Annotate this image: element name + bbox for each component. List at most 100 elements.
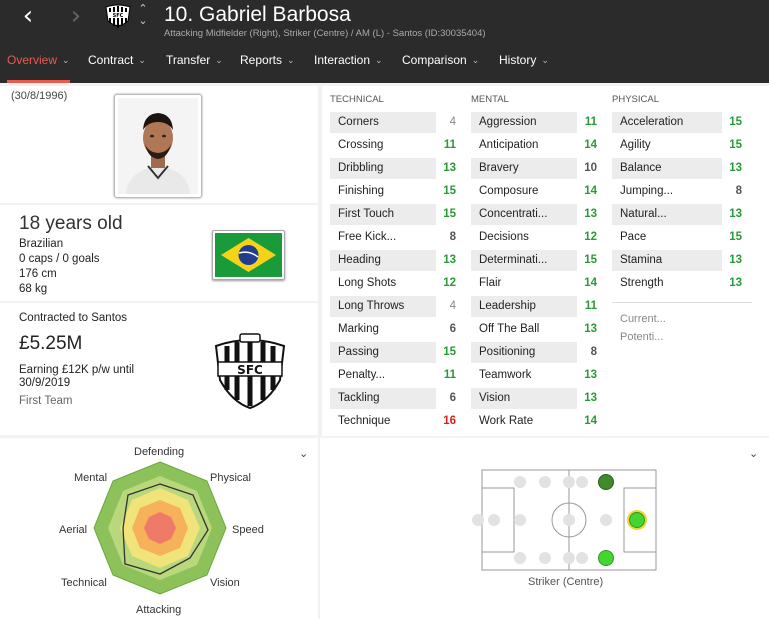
header-bar: ‹ › SFC ⌃ ⌄ 10. Gabriel Barbosa Attacking… — [0, 0, 769, 83]
tab-contract[interactable]: Contract ⌄ — [88, 47, 146, 83]
attribute-name: Positioning — [479, 346, 536, 358]
attribute-radar-chart — [93, 461, 227, 595]
mental-attribute-row[interactable]: Concentrati... 13 — [471, 204, 607, 225]
attribute-name: Flair — [479, 277, 502, 289]
mental-attribute-row[interactable]: Anticipation 14 — [471, 135, 607, 156]
mental-attribute-row[interactable]: Teamwork 13 — [471, 365, 607, 386]
positions-options-chevron-icon[interactable]: ⌄ — [749, 447, 758, 460]
player-wage: Earning £12K p/w until 30/9/2019 — [19, 364, 135, 389]
attribute-value: 13 — [584, 323, 597, 335]
technical-attribute-row[interactable]: First Touch 15 — [330, 204, 466, 225]
mental-attribute-row[interactable]: Leadership 11 — [471, 296, 607, 317]
technical-attribute-row[interactable]: Long Throws 4 — [330, 296, 466, 317]
player-caps: 0 caps / 0 goals — [19, 253, 100, 265]
technical-attribute-row[interactable]: Dribbling 13 — [330, 158, 466, 179]
technical-attribute-row[interactable]: Heading 13 — [330, 250, 466, 271]
technical-attribute-row[interactable]: Passing 15 — [330, 342, 466, 363]
attribute-value: 14 — [584, 139, 597, 151]
physical-attribute-row[interactable]: Balance 13 — [612, 158, 752, 179]
attribute-value: 8 — [590, 346, 597, 358]
attribute-value: 15 — [729, 116, 742, 128]
physical-attribute-row[interactable]: Agility 15 — [612, 135, 752, 156]
nation-flag[interactable] — [212, 230, 285, 280]
attribute-value: 13 — [584, 369, 597, 381]
player-name: 10. Gabriel Barbosa — [164, 3, 351, 26]
attribute-value: 12 — [443, 277, 456, 289]
back-button[interactable]: ‹ — [16, 3, 40, 30]
attribute-name: Aggression — [479, 116, 537, 128]
physical-attribute-row[interactable]: Strength 13 — [612, 273, 752, 294]
attribute-value: 13 — [443, 254, 456, 266]
potential-ability-label: Potenti... — [620, 331, 664, 343]
attribute-value: 12 — [584, 231, 597, 243]
tab-transfer[interactable]: Transfer ⌄ — [166, 47, 223, 83]
mental-attribute-row[interactable]: Aggression 11 — [471, 112, 607, 133]
attribute-name: Passing — [338, 346, 379, 358]
chevron-down-icon: ⌄ — [375, 55, 383, 65]
radar-options-chevron-icon[interactable]: ⌄ — [299, 447, 308, 460]
mental-attribute-row[interactable]: Off The Ball 13 — [471, 319, 607, 340]
physical-attribute-row[interactable]: Jumping... 8 — [612, 181, 752, 202]
attribute-value: 13 — [584, 392, 597, 404]
player-portrait-icon — [118, 98, 198, 194]
attribute-value: 8 — [735, 185, 742, 197]
physical-attribute-row[interactable]: Stamina 13 — [612, 250, 752, 271]
attribute-name: Strength — [620, 277, 664, 289]
mental-attribute-row[interactable]: Work Rate 14 — [471, 411, 607, 432]
mental-attribute-row[interactable]: Vision 13 — [471, 388, 607, 409]
tab-overview[interactable]: Overview ⌄ — [7, 47, 70, 83]
technical-attribute-row[interactable]: Crossing 11 — [330, 135, 466, 156]
player-photo — [114, 94, 202, 198]
position-label: Striker (Centre) — [528, 576, 604, 588]
radar-label-speed: Speed — [232, 524, 264, 536]
attribute-value: 13 — [584, 208, 597, 220]
mental-header: MENTAL — [471, 94, 509, 105]
physical-attribute-row[interactable]: Natural... 13 — [612, 204, 752, 225]
physical-attribute-row[interactable]: Pace 15 — [612, 227, 752, 248]
club-crest-large-icon[interactable]: SFC — [210, 330, 290, 410]
technical-attribute-row[interactable]: Finishing 15 — [330, 181, 466, 202]
chevron-down-icon: ⌄ — [215, 55, 223, 65]
tab-comparison[interactable]: Comparison ⌄ — [402, 47, 479, 83]
mental-attribute-row[interactable]: Composure 14 — [471, 181, 607, 202]
player-height: 176 cm — [19, 268, 57, 280]
radar-label-aerial: Aerial — [59, 524, 88, 536]
attribute-value: 11 — [443, 369, 456, 381]
technical-attribute-row[interactable]: Tackling 6 — [330, 388, 466, 409]
mental-attribute-row[interactable]: Decisions 12 — [471, 227, 607, 248]
attribute-name: Corners — [338, 116, 379, 128]
mental-attribute-row[interactable]: Flair 14 — [471, 273, 607, 294]
technical-attribute-row[interactable]: Penalty... 11 — [330, 365, 466, 386]
mental-attribute-row[interactable]: Bravery 10 — [471, 158, 607, 179]
technical-attribute-row[interactable]: Free Kick... 8 — [330, 227, 466, 248]
forward-button[interactable]: › — [64, 3, 88, 30]
tab-interaction[interactable]: Interaction ⌄ — [314, 47, 383, 83]
technical-attribute-row[interactable]: Technique 16 — [330, 411, 466, 432]
attribute-value: 6 — [449, 392, 456, 404]
attribute-value: 14 — [584, 415, 597, 427]
mental-attribute-row[interactable]: Positioning 8 — [471, 342, 607, 363]
attribute-value: 13 — [729, 162, 742, 174]
attribute-name: Decisions — [479, 231, 529, 243]
position-pitch-diagram — [472, 469, 657, 571]
technical-attribute-row[interactable]: Marking 6 — [330, 319, 466, 340]
attribute-name: Heading — [338, 254, 381, 266]
player-switch-stepper[interactable]: ⌃ ⌄ — [136, 3, 150, 31]
tab-reports[interactable]: Reports ⌄ — [240, 47, 295, 83]
attribute-name: Vision — [479, 392, 511, 404]
technical-attribute-row[interactable]: Corners 4 — [330, 112, 466, 133]
technical-header: TECHNICAL — [330, 94, 384, 105]
radar-label-attacking: Attacking — [136, 604, 182, 616]
chevron-down-icon: ⌄ — [287, 55, 295, 65]
technical-attribute-row[interactable]: Long Shots 12 — [330, 273, 466, 294]
tab-history[interactable]: History ⌄ — [499, 47, 549, 83]
radar-label-vision: Vision — [210, 577, 240, 589]
attribute-value: 13 — [729, 208, 742, 220]
mental-attribute-row[interactable]: Determinati... 15 — [471, 250, 607, 271]
club-crest-icon: SFC — [105, 4, 131, 28]
attribute-name: Penalty... — [338, 369, 386, 381]
physical-attribute-row[interactable]: Acceleration 15 — [612, 112, 752, 133]
attribute-name: Acceleration — [620, 116, 684, 128]
contract-club: Contracted to Santos — [19, 312, 128, 324]
ability-labels: Current... Potenti... — [620, 310, 666, 346]
